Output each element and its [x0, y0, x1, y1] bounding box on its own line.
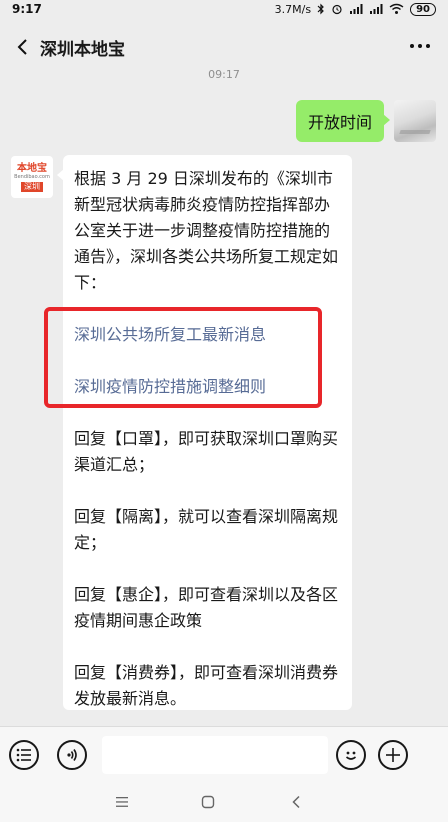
input-bar — [0, 726, 448, 782]
avatar-logo-domain: Bendibao.com — [14, 173, 50, 180]
battery-indicator: 90 — [410, 2, 436, 16]
avatar-logo-text: 本地宝 — [17, 162, 47, 174]
message-intro: 根据 3 月 29 日深圳发布的《深圳市新型冠状病毒肺炎疫情防控指挥部办公室关于… — [74, 169, 339, 292]
nav-back-icon[interactable] — [284, 792, 308, 812]
link-epidemic-measures[interactable]: 深圳疫情防控措施调整细则 — [74, 374, 342, 400]
reply-hint-quarantine: 回复【隔离】，就可以查看深圳隔离规定； — [74, 507, 339, 552]
more-options-icon[interactable] — [404, 34, 436, 58]
link-reopening-news[interactable]: 深圳公共场所复工最新消息 — [74, 322, 342, 348]
back-icon[interactable] — [4, 27, 40, 67]
official-account-avatar[interactable]: 本地宝 Bendibao.com 深圳 — [11, 156, 53, 198]
bluetooth-icon — [317, 3, 324, 15]
alarm-icon — [332, 4, 342, 15]
signal-icon — [350, 4, 363, 14]
user-avatar[interactable] — [394, 100, 436, 142]
wifi-icon — [389, 3, 404, 14]
voice-input-icon[interactable] — [57, 740, 87, 770]
add-more-icon[interactable] — [378, 740, 408, 770]
nav-menu-icon[interactable] — [110, 792, 134, 812]
outgoing-message-row: 开放时间 — [295, 100, 436, 142]
reply-hint-business: 回复【惠企】，即可查看深圳以及各区疫情期间惠企政策 — [74, 585, 339, 630]
incoming-message-bubble: 根据 3 月 29 日深圳发布的《深圳市新型冠状病毒肺炎疫情防控指挥部办公室关于… — [57, 155, 352, 710]
chat-header: 深圳本地宝 — [0, 26, 448, 68]
chat-title: 深圳本地宝 — [40, 39, 125, 60]
message-input[interactable] — [102, 736, 328, 774]
message-timestamp: 09:17 — [208, 68, 240, 81]
signal-icon-2 — [370, 4, 383, 14]
reply-hint-masks: 回复【口罩】，即可获取深圳口罩购买渠道汇总； — [74, 429, 339, 474]
status-icons: 3.7M/s 90 — [274, 2, 436, 16]
status-bar: 9:17 3.7M/s 90 — [0, 0, 448, 18]
status-time: 9:17 — [12, 2, 42, 16]
outgoing-message-bubble[interactable]: 开放时间 — [295, 100, 391, 142]
avatar-logo-city: 深圳 — [21, 181, 43, 192]
emoji-icon[interactable] — [336, 740, 366, 770]
network-speed: 3.7M/s — [274, 2, 312, 16]
nav-home-icon[interactable] — [196, 792, 220, 812]
system-nav-bar — [0, 782, 448, 822]
reply-hint-vouchers: 回复【消费券】，即可查看深圳消费券发放最新消息。 — [74, 663, 339, 708]
menu-list-icon[interactable] — [9, 740, 39, 770]
